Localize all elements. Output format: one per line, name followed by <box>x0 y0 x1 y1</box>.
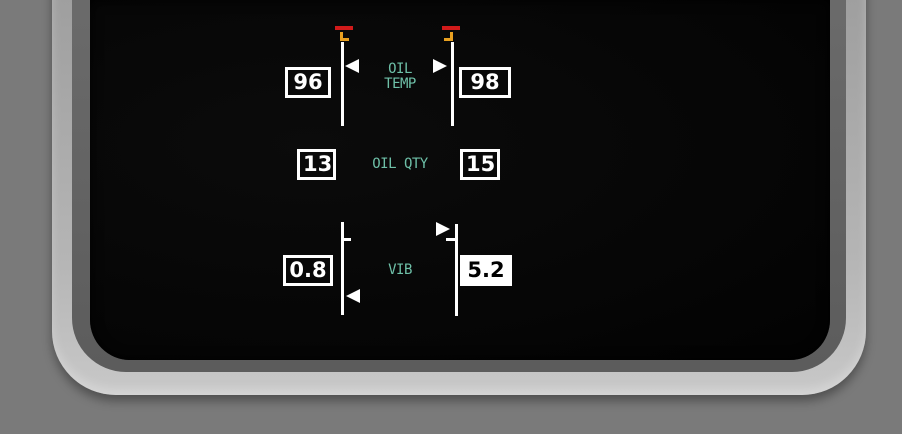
engine-display-screen: 96 98 OIL TEMP 13 OIL QTY 15 0.8 5.2 VIB <box>90 0 830 360</box>
oil-temp-left-redline <box>335 26 353 30</box>
vib-right-readout: 5.2 <box>460 255 512 286</box>
oil-qty-label: OIL QTY <box>372 156 428 172</box>
oil-temp-label: OIL TEMP <box>370 62 430 92</box>
oil-qty-left-readout: 13 <box>297 149 336 180</box>
vib-left-scale <box>341 222 344 315</box>
oil-temp-label-line2: TEMP <box>384 76 416 92</box>
oil-temp-label-line1: OIL <box>388 61 412 77</box>
oil-temp-left-amber-mark-foot <box>340 38 349 41</box>
vib-right-pointer <box>436 222 450 236</box>
oil-temp-right-amber-mark-foot <box>444 38 453 41</box>
vib-left-readout: 0.8 <box>283 255 333 286</box>
vib-left-pointer <box>346 289 360 303</box>
oil-temp-left-pointer <box>345 59 359 73</box>
oil-temp-right-pointer <box>433 59 447 73</box>
vib-right-limit-mark <box>446 238 458 241</box>
oil-temp-left-readout: 96 <box>285 67 331 98</box>
vib-left-limit-mark <box>341 238 351 241</box>
vib-label: VIB <box>388 262 412 278</box>
oil-temp-left-scale <box>341 42 344 126</box>
oil-temp-right-scale <box>451 42 454 126</box>
oil-temp-right-readout: 98 <box>459 67 511 98</box>
oil-temp-right-redline <box>442 26 460 30</box>
oil-qty-right-readout: 15 <box>460 149 500 180</box>
